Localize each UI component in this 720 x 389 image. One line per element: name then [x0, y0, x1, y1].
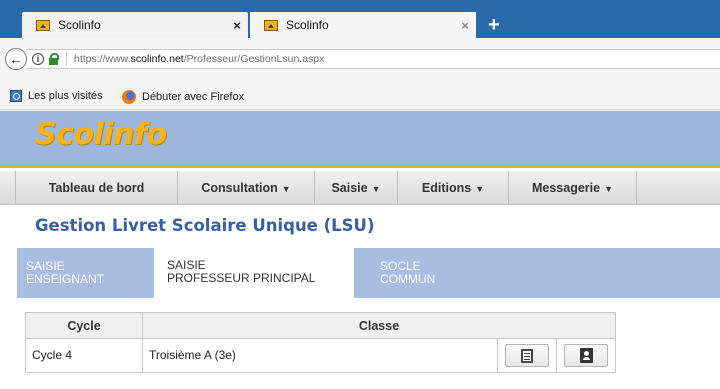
url-domain: scolinfo.net — [130, 53, 184, 65]
page-title: Gestion Livret Scolaire Unique (LSU) — [35, 216, 375, 235]
menu-label: Messagerie — [531, 181, 601, 195]
menu-consultation[interactable]: Consultation ▼ — [178, 171, 315, 205]
close-tab-icon[interactable]: × — [454, 18, 476, 33]
url-separator — [66, 52, 67, 66]
tab-label-line2: ENSEIGNANT — [26, 272, 105, 286]
address-bar[interactable]: i https://www.scolinfo.net/Professeur/Ge… — [26, 49, 720, 69]
menu-editions[interactable]: Editions ▼ — [398, 171, 509, 205]
cell-action-eleves — [557, 339, 615, 372]
table-row: Cycle 4 Troisième A (3e) — [26, 339, 615, 372]
column-header-cycle: Cycle — [26, 313, 143, 338]
site-header: Scolinfo — [0, 111, 720, 168]
info-icon[interactable]: i — [32, 53, 44, 65]
column-header-classe: Classe — [358, 319, 400, 333]
table-header: Cycle Classe — [26, 313, 615, 339]
tab-label-line2: PROFESSEUR PRINCIPAL — [167, 271, 316, 285]
tab-saisie-enseignant[interactable]: SAISIE ENSEIGNANT — [26, 248, 136, 298]
cell-action-livret — [498, 339, 557, 372]
open-students-button[interactable] — [564, 344, 608, 367]
caret-down-icon: ▼ — [371, 184, 381, 194]
menu-saisie[interactable]: Saisie ▼ — [315, 171, 398, 205]
bookmarks-bar: Les plus visités Débuter avec Firefox — [0, 82, 720, 110]
new-tab-icon[interactable]: + — [488, 15, 500, 35]
tab-title: Scolinfo — [58, 18, 101, 32]
menu-label: Tableau de bord — [48, 181, 145, 195]
bookmark-most-visited[interactable]: Les plus visités — [10, 90, 103, 102]
navigation-bar: i https://www.scolinfo.net/Professeur/Ge… — [0, 38, 720, 82]
bookmark-label: Débuter avec Firefox — [142, 91, 245, 103]
url-text[interactable]: https://www.scolinfo.net/Professeur/Gest… — [74, 53, 324, 65]
close-tab-icon[interactable]: × — [226, 18, 248, 33]
favicon-icon — [264, 19, 278, 31]
caret-down-icon: ▼ — [281, 184, 291, 194]
document-icon — [521, 348, 533, 363]
menu-label: Editions — [421, 181, 472, 195]
browser-tab[interactable]: Scolinfo × — [22, 12, 248, 38]
tab-title: Scolinfo — [286, 18, 329, 32]
bookmark-label: Les plus visités — [28, 90, 103, 102]
browser-tab-strip: Scolinfo × Scolinfo × + — [0, 0, 720, 38]
bookmark-getting-started[interactable]: Débuter avec Firefox — [122, 90, 244, 104]
site-logo[interactable]: Scolinfo — [35, 117, 167, 152]
tab-saisie-professeur-principal[interactable]: SAISIE PROFESSEUR PRINCIPAL — [154, 247, 354, 299]
firefox-icon — [122, 90, 136, 104]
contact-card-icon — [579, 348, 593, 363]
tab-label-line2: COMMUN — [380, 272, 436, 286]
menu-messagerie[interactable]: Messagerie ▼ — [509, 171, 637, 205]
tab-socle-commun[interactable]: SOCLE COMMUN — [380, 248, 460, 298]
lsu-tabs: SAISIE ENSEIGNANT SAISIE PROFESSEUR PRIN… — [17, 247, 720, 299]
back-button[interactable]: ← — [5, 48, 27, 70]
cell-classe: Troisième A (3e) — [143, 339, 498, 372]
menu-label: Consultation — [201, 181, 278, 195]
caret-down-icon: ▼ — [604, 184, 614, 194]
url-path: /Professeur/GestionLsun.aspx — [183, 53, 325, 65]
classes-table: Cycle Classe Cycle 4 Troisième A (3e) — [25, 312, 616, 373]
url-prefix: https://www. — [74, 53, 131, 65]
main-menu: Tableau de bord Consultation ▼ Saisie ▼ Ed… — [0, 171, 720, 205]
caret-down-icon: ▼ — [475, 184, 485, 194]
cell-cycle: Cycle 4 — [26, 339, 143, 372]
folder-icon — [10, 90, 22, 102]
browser-tab-active[interactable]: Scolinfo × — [250, 12, 476, 38]
back-arrow-icon: ← — [9, 51, 23, 67]
lock-icon[interactable] — [49, 53, 59, 65]
favicon-icon — [36, 19, 50, 31]
menu-label: Saisie — [331, 181, 368, 195]
open-livret-button[interactable] — [505, 344, 549, 367]
menu-tableau-de-bord[interactable]: Tableau de bord — [16, 171, 178, 205]
